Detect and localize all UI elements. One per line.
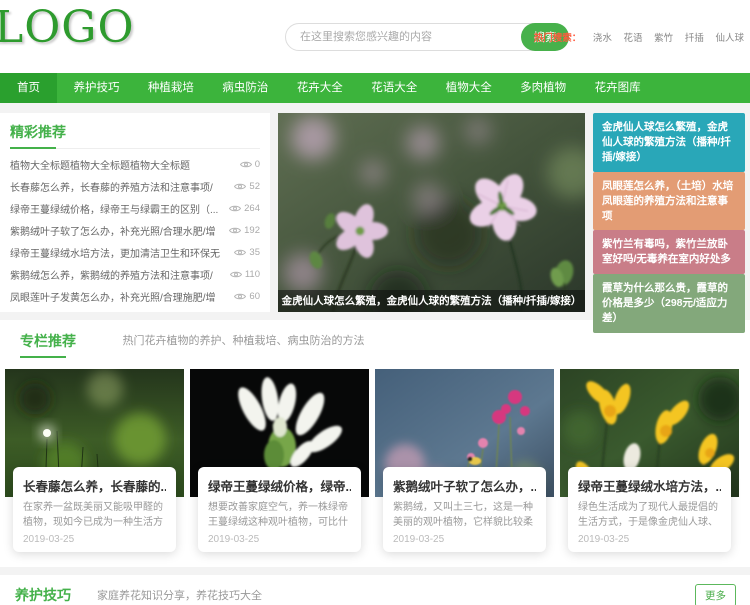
eye-icon <box>229 227 242 233</box>
card-title[interactable]: 长春藤怎么养，长春藤的... <box>23 476 166 495</box>
hot-term-jiaoshui[interactable]: 浇水 <box>593 33 612 44</box>
article-views: 60 <box>234 291 260 302</box>
views-count: 110 <box>244 268 260 280</box>
article-title[interactable]: 紫鹅绒叶子软了怎么办，补充光照/合理水肥/增 <box>10 223 223 238</box>
hero-caption: 金虎仙人球怎么繁殖，金虎仙人球的繁殖方法（播种/扦插/嫁接） <box>278 290 585 312</box>
views-count: 0 <box>254 158 260 170</box>
eye-icon <box>234 249 247 255</box>
card-date: 2019-03-25 <box>208 534 260 545</box>
article-card[interactable]: 紫鹅绒叶子软了怎么办，... 紫鹅绒，又叫土三七，这是一种美丽的观叶植物，它样貌… <box>375 369 554 553</box>
article-row[interactable]: 长春藤怎么养，长春藤的养殖方法和注意事项/ 52 <box>10 175 260 197</box>
card-info: 绿帝王蔓绿绒水培方法，... 绿色生活成为了现代人最提倡的生活方式，于是像金虎仙… <box>568 467 731 552</box>
hot-term-huayu[interactable]: 花语 <box>624 33 643 44</box>
article-views: 192 <box>229 225 260 236</box>
article-card[interactable]: 绿帝王蔓绿绒水培方法，... 绿色生活成为了现代人最提倡的生活方式，于是像金虎仙… <box>560 369 739 553</box>
site-header: LOGO 搜索 热门搜索： 浇水 花语 紫竹 扦插 仙人球 <box>0 0 750 73</box>
more-button[interactable]: 更多 <box>695 583 736 605</box>
highlight-column: 金虎仙人球怎么繁殖，金虎仙人球的繁殖方法（播种/扦插/嫁接） 凤眼莲怎么养，（土… <box>593 113 745 333</box>
card-info: 绿帝王蔓绿绒价格，绿帝... 想要改善家庭空气，养一株绿帝王蔓绿绒这种观叶植物，… <box>198 467 361 552</box>
hot-term-zizhu[interactable]: 紫竹 <box>654 33 673 44</box>
article-list: 植物大全标题植物大全标题植物大全标题 0 长春藤怎么养，长春藤的养殖方法和注意事… <box>10 149 260 307</box>
featured-title: 精彩推荐 <box>10 124 66 140</box>
card-title[interactable]: 绿帝王蔓绿绒水培方法，... <box>578 476 721 495</box>
article-title[interactable]: 长春藤怎么养，长春藤的养殖方法和注意事项/ <box>10 179 228 194</box>
card-list: 长春藤怎么养，长春藤的... 在家养一盆既美丽又能吸甲醛的植物，现如今已成为一种… <box>5 369 745 553</box>
card-info: 长春藤怎么养，长春藤的... 在家养一盆既美丽又能吸甲醛的植物，现如今已成为一种… <box>13 467 176 552</box>
care-tips-title: 养护技巧 <box>15 587 71 603</box>
nav-item-planting[interactable]: 种植栽培 <box>136 73 206 103</box>
featured-header: 精彩推荐 <box>10 113 260 149</box>
views-count: 264 <box>244 202 260 214</box>
article-card[interactable]: 长春藤怎么养，长春藤的... 在家养一盆既美丽又能吸甲醛的植物，现如今已成为一种… <box>5 369 184 553</box>
column-underline <box>20 356 66 358</box>
article-row[interactable]: 紫鹅绒叶子软了怎么办，补充光照/合理水肥/增 192 <box>10 219 260 241</box>
highlight-box-xiacao[interactable]: 霞草为什么那么贵，霞草的价格是多少（298元/适应力差） <box>593 274 745 333</box>
hero-flower-image <box>278 113 585 312</box>
nav-item-care-tips[interactable]: 养护技巧 <box>61 73 131 103</box>
hot-search-label: 热门搜索： <box>533 33 582 44</box>
column-subtitle: 热门花卉植物的养护、种植栽培、病虫防治的方法 <box>122 335 365 347</box>
featured-panel: 精彩推荐 植物大全标题植物大全标题植物大全标题 0 长春藤怎么养，长春藤的养殖方… <box>0 113 270 312</box>
nav-item-succulents[interactable]: 多肉植物 <box>508 73 578 103</box>
card-description: 紫鹅绒，又叫土三七，这是一种美丽的观叶植物，它样貌比较柔和，养... <box>393 502 533 528</box>
main-nav: 首页 养护技巧 种植栽培 病虫防治 花卉大全 花语大全 植物大全 多肉植物 花卉… <box>0 73 750 103</box>
eye-icon <box>234 183 247 189</box>
highlight-box-zizhulan[interactable]: 紫竹兰有毒吗，紫竹兰放卧室好吗/无毒养在室内好处多 <box>593 230 745 275</box>
card-description: 绿色生活成为了现代人最提倡的生活方式，于是像金虎仙人球、红星凤... <box>578 502 718 528</box>
eye-icon <box>239 161 252 167</box>
views-count: 192 <box>244 224 260 236</box>
card-title[interactable]: 紫鹅绒叶子软了怎么办，... <box>393 476 536 495</box>
eye-icon <box>229 271 242 277</box>
article-row[interactable]: 绿帝王蔓绿绒价格，绿帝王与绿霸王的区别（... 264 <box>10 197 260 219</box>
views-count: 52 <box>249 180 260 192</box>
hot-term-qiancha[interactable]: 扦插 <box>685 33 704 44</box>
article-views: 0 <box>239 158 260 170</box>
article-title[interactable]: 紫鹅绒怎么养，紫鹅绒的养殖方法和注意事项/ <box>10 267 224 282</box>
article-title[interactable]: 植物大全标题植物大全标题植物大全标题 <box>10 157 234 172</box>
article-views: 35 <box>234 247 260 258</box>
article-title[interactable]: 绿帝王蔓绿绒水培方法，更加清洁卫生和环保无 <box>10 245 228 260</box>
nav-item-plant-list[interactable]: 植物大全 <box>434 73 504 103</box>
article-row[interactable]: 绿帝王蔓绿绒水培方法，更加清洁卫生和环保无 35 <box>10 241 260 263</box>
care-tips-section-bar: 养护技巧 家庭养花知识分享，养花技巧大全 更多 <box>0 575 750 605</box>
nav-item-flower-language[interactable]: 花语大全 <box>359 73 429 103</box>
article-title[interactable]: 凤眼莲叶子发黄怎么办，补充光照/合理施肥/增 <box>10 289 228 304</box>
article-views: 52 <box>234 181 260 192</box>
top-content-row: 精彩推荐 植物大全标题植物大全标题植物大全标题 0 长春藤怎么养，长春藤的养殖方… <box>0 113 745 333</box>
site-logo[interactable]: LOGO <box>0 2 135 53</box>
card-date: 2019-03-25 <box>23 534 75 545</box>
views-count: 60 <box>249 290 260 302</box>
care-tips-subtitle: 家庭养花知识分享，养花技巧大全 <box>97 590 262 602</box>
nav-item-home[interactable]: 首页 <box>0 73 57 103</box>
card-date: 2019-03-25 <box>578 534 630 545</box>
card-date: 2019-03-25 <box>393 534 445 545</box>
article-row[interactable]: 紫鹅绒怎么养，紫鹅绒的养殖方法和注意事项/ 110 <box>10 263 260 285</box>
hot-search: 热门搜索： 浇水 花语 紫竹 扦插 仙人球 <box>534 30 744 44</box>
card-description: 在家养一盆既美丽又能吸甲醛的植物，现如今已成为一种生活方式，... <box>23 502 163 528</box>
article-title[interactable]: 绿帝王蔓绿绒价格，绿帝王与绿霸王的区别（... <box>10 201 223 216</box>
card-info: 紫鹅绒叶子软了怎么办，... 紫鹅绒，又叫土三七，这是一种美丽的观叶植物，它样貌… <box>383 467 546 552</box>
nav-item-flower-list[interactable]: 花卉大全 <box>285 73 355 103</box>
article-views: 110 <box>229 268 260 280</box>
article-views: 264 <box>229 203 260 214</box>
card-title[interactable]: 绿帝王蔓绿绒价格，绿帝... <box>208 476 351 495</box>
nav-item-pest-control[interactable]: 病虫防治 <box>210 73 280 103</box>
hot-term-xianrenqiu[interactable]: 仙人球 <box>715 33 744 44</box>
column-section: 专栏推荐 热门花卉植物的养护、种植栽培、病虫防治的方法 长春藤怎么养，长春藤的.… <box>0 320 750 567</box>
eye-icon <box>229 205 242 211</box>
nav-item-gallery[interactable]: 花卉图库 <box>583 73 653 103</box>
highlight-box-hyacinth[interactable]: 凤眼莲怎么养，（土培）水培凤眼莲的养殖方法和注意事项 <box>593 171 745 231</box>
column-header: 专栏推荐 热门花卉植物的养护、种植栽培、病虫防治的方法 <box>5 331 745 358</box>
card-description: 想要改善家庭空气，养一株绿帝王蔓绿绒这种观叶植物，可比什么空气... <box>208 502 348 528</box>
column-title: 专栏推荐 <box>20 333 76 349</box>
highlight-box-cactus[interactable]: 金虎仙人球怎么繁殖，金虎仙人球的繁殖方法（播种/扦插/嫁接） <box>593 113 745 172</box>
search-bar: 搜索 <box>285 23 569 51</box>
article-row[interactable]: 植物大全标题植物大全标题植物大全标题 0 <box>10 153 260 175</box>
hero-banner[interactable]: 金虎仙人球怎么繁殖，金虎仙人球的繁殖方法（播种/扦插/嫁接） <box>278 113 585 312</box>
article-card[interactable]: 绿帝王蔓绿绒价格，绿帝... 想要改善家庭空气，养一株绿帝王蔓绿绒这种观叶植物，… <box>190 369 369 553</box>
views-count: 35 <box>249 246 260 258</box>
eye-icon <box>234 293 247 299</box>
article-row[interactable]: 凤眼莲叶子发黄怎么办，补充光照/合理施肥/增 60 <box>10 285 260 307</box>
